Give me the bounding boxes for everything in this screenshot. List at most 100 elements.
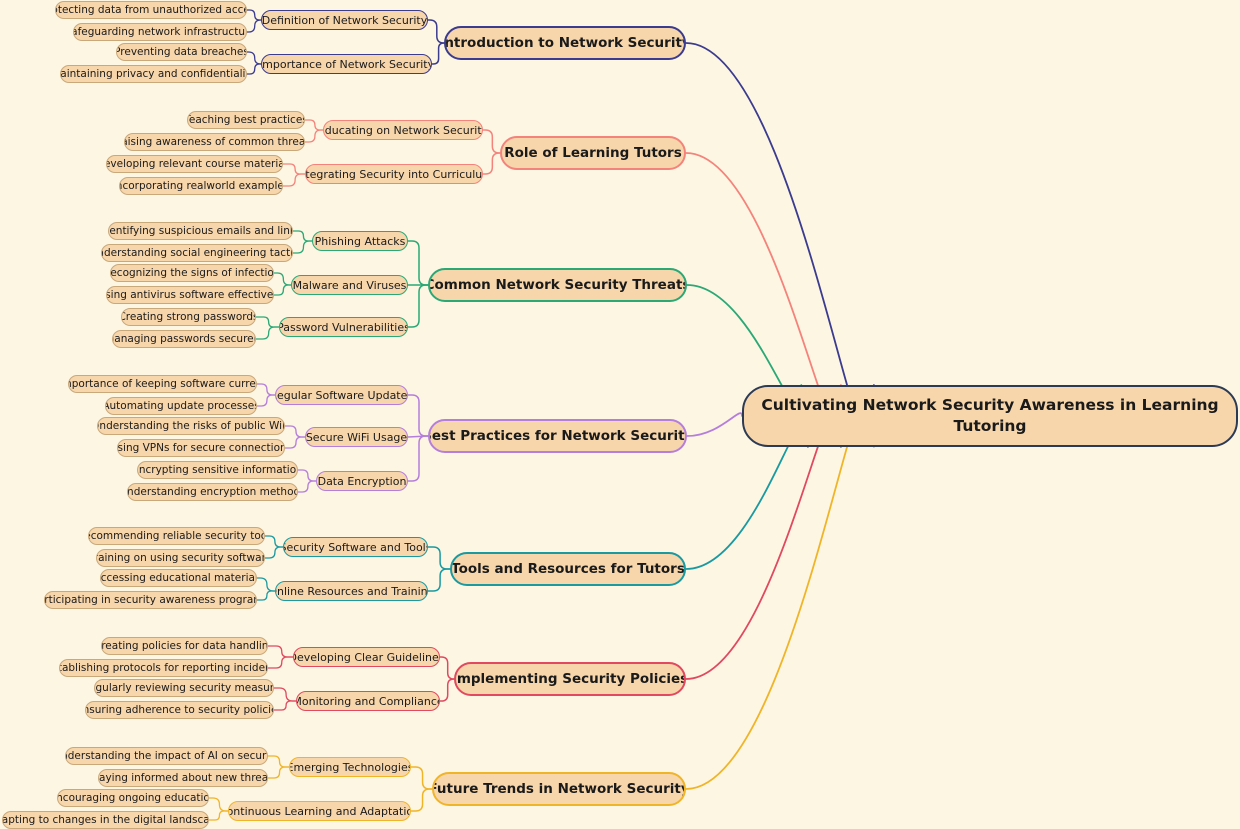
detail-node-maintaining-privacy-and-confidentiality[interactable]: Maintaining privacy and confidentiality (60, 65, 247, 83)
branch-node-future-trends-in-network-security-label: Future Trends in Network Security (432, 781, 686, 797)
subtopic-node-continuous-learning-and-adaptation-label: Continuous Learning and Adaptation (228, 804, 411, 818)
detail-node-automating-update-processes[interactable]: Automating update processes (105, 397, 257, 415)
subtopic-node-educating-on-network-security[interactable]: Educating on Network Security (323, 120, 483, 140)
detail-node-recognizing-the-signs-of-infection[interactable]: Recognizing the signs of infection (110, 264, 274, 282)
detail-node-accessing-educational-materials-label: Accessing educational materials (100, 572, 257, 584)
detail-node-staying-informed-about-new-threats[interactable]: Staying informed about new threats (98, 769, 268, 787)
detail-node-using-vpns-for-secure-connections-label: Using VPNs for secure connections (117, 442, 285, 454)
detail-node-identifying-suspicious-emails-and-links[interactable]: Identifying suspicious emails and links (108, 222, 293, 240)
subtopic-node-developing-clear-guidelines[interactable]: Developing Clear Guidelines (293, 647, 440, 667)
subtopic-node-integrating-security-into-curriculum-label: Integrating Security into Curriculum (305, 167, 483, 181)
detail-node-encrypting-sensitive-information-label: Encrypting sensitive information (137, 464, 298, 476)
detail-node-creating-strong-passwords[interactable]: Creating strong passwords (121, 308, 256, 326)
detail-node-safeguarding-network-infrastructure-label: Safeguarding network infrastructure (73, 26, 247, 38)
subtopic-node-online-resources-and-training[interactable]: Online Resources and Training (275, 581, 428, 601)
branch-node-tools-and-resources-for-tutors-label: Tools and Resources for Tutors (451, 561, 685, 577)
branch-node-future-trends-in-network-security[interactable]: Future Trends in Network Security (432, 772, 686, 806)
detail-node-establishing-protocols-for-reporting-incidents-label: Establishing protocols for reporting inc… (60, 662, 267, 674)
detail-node-ensuring-adherence-to-security-policies[interactable]: Ensuring adherence to security policies (85, 701, 274, 719)
subtopic-node-definition-of-network-security[interactable]: Definition of Network Security (261, 10, 428, 30)
detail-node-protecting-data-from-unauthorized-access-label: Protecting data from unauthorized access (56, 4, 246, 16)
detail-node-creating-policies-for-data-handling[interactable]: Creating policies for data handling (101, 637, 268, 655)
detail-node-understanding-the-risks-of-public-wifi-label: Understanding the risks of public WiFi (97, 420, 285, 432)
detail-node-teaching-best-practices-label: Teaching best practices (187, 114, 305, 126)
detail-node-preventing-data-breaches-label: Preventing data breaches (116, 46, 247, 58)
detail-node-regularly-reviewing-security-measures[interactable]: Regularly reviewing security measures (94, 679, 274, 697)
detail-node-participating-in-security-awareness-programs[interactable]: Participating in security awareness prog… (44, 591, 257, 609)
subtopic-node-regular-software-updates[interactable]: Regular Software Updates (275, 385, 408, 405)
detail-node-understanding-social-engineering-tactics[interactable]: Understanding social engineering tactics (101, 244, 293, 262)
detail-node-staying-informed-about-new-threats-label: Staying informed about new threats (99, 772, 268, 784)
detail-node-training-on-using-security-software[interactable]: Training on using security software (96, 549, 265, 567)
detail-node-developing-relevant-course-materials-label: Developing relevant course materials (107, 158, 282, 170)
branch-node-tools-and-resources-for-tutors[interactable]: Tools and Resources for Tutors (450, 552, 686, 586)
branch-node-introduction-to-network-security-label: Introduction to Network Security (444, 35, 686, 51)
subtopic-node-definition-of-network-security-label: Definition of Network Security (261, 13, 428, 27)
subtopic-node-importance-of-network-security[interactable]: Importance of Network Security (261, 54, 432, 74)
branch-node-common-network-security-threats[interactable]: Common Network Security Threats (428, 268, 687, 302)
subtopic-node-developing-clear-guidelines-label: Developing Clear Guidelines (293, 650, 440, 664)
detail-node-encouraging-ongoing-education[interactable]: Encouraging ongoing education (57, 789, 209, 807)
subtopic-node-password-vulnerabilities[interactable]: Password Vulnerabilities (279, 317, 408, 337)
subtopic-node-data-encryption-label: Data Encryption (317, 474, 407, 488)
branch-node-best-practices-for-network-security[interactable]: Best Practices for Network Security (428, 419, 687, 453)
detail-node-training-on-using-security-software-label: Training on using security software (96, 552, 265, 564)
detail-node-developing-relevant-course-materials[interactable]: Developing relevant course materials (106, 155, 283, 173)
subtopic-node-secure-wifi-usage[interactable]: Secure WiFi Usage (305, 427, 408, 447)
detail-node-managing-passwords-securely-label: Managing passwords securely (112, 333, 256, 345)
detail-node-understanding-encryption-methods[interactable]: Understanding encryption methods (127, 483, 298, 501)
detail-node-safeguarding-network-infrastructure[interactable]: Safeguarding network infrastructure (73, 23, 247, 41)
subtopic-node-continuous-learning-and-adaptation[interactable]: Continuous Learning and Adaptation (228, 801, 411, 821)
detail-node-participating-in-security-awareness-programs-label: Participating in security awareness prog… (44, 594, 256, 606)
detail-node-accessing-educational-materials[interactable]: Accessing educational materials (100, 569, 257, 587)
subtopic-node-importance-of-network-security-label: Importance of Network Security (261, 57, 432, 71)
detail-node-importance-of-keeping-software-current[interactable]: Importance of keeping software current (68, 375, 257, 393)
subtopic-node-data-encryption[interactable]: Data Encryption (316, 471, 408, 491)
detail-node-understanding-social-engineering-tactics-label: Understanding social engineering tactics (102, 247, 293, 259)
subtopic-node-security-software-and-tools[interactable]: Security Software and Tools (283, 537, 428, 557)
detail-node-managing-passwords-securely[interactable]: Managing passwords securely (112, 330, 256, 348)
subtopic-node-malware-and-viruses[interactable]: Malware and Viruses (291, 275, 408, 295)
subtopic-node-educating-on-network-security-label: Educating on Network Security (323, 123, 483, 137)
detail-node-maintaining-privacy-and-confidentiality-label: Maintaining privacy and confidentiality (60, 68, 247, 80)
subtopic-node-emerging-technologies-label: Emerging Technologies (289, 760, 411, 774)
detail-node-recommending-reliable-security-tools[interactable]: Recommending reliable security tools (88, 527, 265, 545)
subtopic-node-monitoring-and-compliance-label: Monitoring and Compliance (296, 694, 440, 708)
branch-node-role-of-learning-tutors[interactable]: Role of Learning Tutors (500, 136, 686, 170)
detail-node-automating-update-processes-label: Automating update processes (105, 400, 257, 412)
detail-node-importance-of-keeping-software-current-label: Importance of keeping software current (68, 378, 257, 390)
detail-node-incorporating-realworld-examples[interactable]: Incorporating realworld examples (119, 177, 283, 195)
detail-node-establishing-protocols-for-reporting-incidents[interactable]: Establishing protocols for reporting inc… (59, 659, 268, 677)
detail-node-creating-strong-passwords-label: Creating strong passwords (121, 311, 256, 323)
branch-node-best-practices-for-network-security-label: Best Practices for Network Security (428, 428, 687, 444)
branch-node-implementing-security-policies-label: Implementing Security Policies (454, 671, 686, 687)
subtopic-node-phishing-attacks-label: Phishing Attacks (314, 234, 406, 248)
subtopic-node-emerging-technologies[interactable]: Emerging Technologies (289, 757, 411, 777)
detail-node-adapting-to-changes-in-the-digital-landscape[interactable]: Adapting to changes in the digital lands… (2, 811, 209, 829)
subtopic-node-phishing-attacks[interactable]: Phishing Attacks (312, 231, 408, 251)
mindmap-canvas: Cultivating Network Security Awareness i… (0, 0, 1240, 829)
detail-node-encrypting-sensitive-information[interactable]: Encrypting sensitive information (137, 461, 298, 479)
detail-node-understanding-the-impact-of-ai-on-security[interactable]: Understanding the impact of AI on securi… (65, 747, 268, 765)
subtopic-node-security-software-and-tools-label: Security Software and Tools (283, 540, 428, 554)
detail-node-understanding-the-risks-of-public-wifi[interactable]: Understanding the risks of public WiFi (97, 417, 285, 435)
subtopic-node-integrating-security-into-curriculum[interactable]: Integrating Security into Curriculum (305, 164, 483, 184)
detail-node-using-vpns-for-secure-connections[interactable]: Using VPNs for secure connections (117, 439, 285, 457)
root-node[interactable]: Cultivating Network Security Awareness i… (742, 385, 1238, 447)
subtopic-node-monitoring-and-compliance[interactable]: Monitoring and Compliance (296, 691, 440, 711)
detail-node-teaching-best-practices[interactable]: Teaching best practices (187, 111, 305, 129)
subtopic-node-secure-wifi-usage-label: Secure WiFi Usage (305, 430, 408, 444)
detail-node-creating-policies-for-data-handling-label: Creating policies for data handling (101, 640, 268, 652)
branch-node-introduction-to-network-security[interactable]: Introduction to Network Security (444, 26, 686, 60)
detail-node-using-antivirus-software-effectively-label: Using antivirus software effectively (106, 289, 274, 301)
detail-node-raising-awareness-of-common-threats[interactable]: Raising awareness of common threats (124, 133, 305, 151)
detail-node-adapting-to-changes-in-the-digital-landscape-label: Adapting to changes in the digital lands… (2, 814, 208, 826)
detail-node-incorporating-realworld-examples-label: Incorporating realworld examples (119, 180, 283, 192)
detail-node-encouraging-ongoing-education-label: Encouraging ongoing education (57, 792, 209, 804)
subtopic-node-online-resources-and-training-label: Online Resources and Training (275, 584, 428, 598)
detail-node-preventing-data-breaches[interactable]: Preventing data breaches (116, 43, 247, 61)
branch-node-implementing-security-policies[interactable]: Implementing Security Policies (454, 662, 686, 696)
detail-node-protecting-data-from-unauthorized-access[interactable]: Protecting data from unauthorized access (55, 1, 247, 19)
detail-node-using-antivirus-software-effectively[interactable]: Using antivirus software effectively (106, 286, 274, 304)
detail-node-recommending-reliable-security-tools-label: Recommending reliable security tools (89, 530, 264, 542)
